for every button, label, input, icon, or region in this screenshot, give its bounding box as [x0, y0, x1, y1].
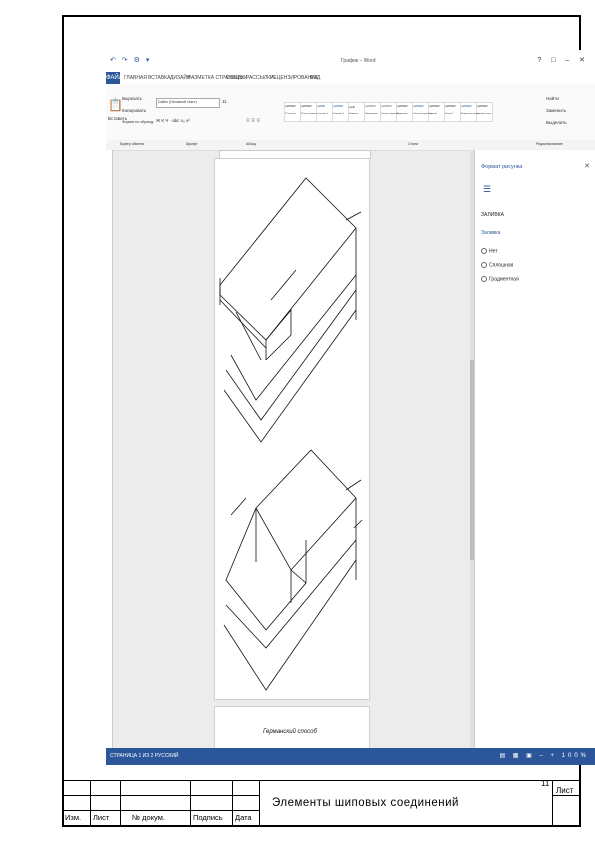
upper-base-outline — [223, 309, 357, 443]
tb-line — [62, 795, 259, 796]
tb-line — [90, 780, 91, 827]
tb-line — [552, 795, 581, 796]
close-icon[interactable]: ✕ — [584, 162, 590, 170]
radio-icon[interactable] — [481, 276, 487, 282]
pane-section[interactable]: ЗАЛИВКА — [481, 212, 504, 218]
view-zoom-controls[interactable]: ▤ ▦ ▣ – + 100% — [499, 752, 589, 759]
lower-edge — [230, 497, 247, 516]
lower-base-outline — [223, 559, 357, 691]
format-picture-pane: Формат рисунка ✕ ☰ ЗАЛИВКА Заливка Нет С… — [474, 150, 595, 748]
upper-bottom-outline — [230, 274, 357, 401]
col-sheet: Лист — [93, 813, 110, 822]
document-title-stamp: Элементы шиповых соединений — [272, 797, 459, 809]
tb-line — [232, 780, 233, 827]
tb-line — [62, 780, 581, 781]
tb-line — [259, 780, 260, 827]
tb-line — [120, 780, 121, 827]
status-text: СТРАНИЦА 1 ИЗ 2 РУССКИЙ — [110, 753, 179, 759]
pane-subsection[interactable]: Заливка — [481, 230, 500, 236]
upper-tenon-edge — [235, 311, 262, 361]
option-label: Градиентная — [489, 276, 519, 283]
sheet-number: 11 — [541, 779, 550, 788]
upper-groove — [270, 269, 297, 301]
col-doc-number: № докум. — [132, 813, 165, 822]
option-label: Сплошная — [489, 262, 514, 269]
lower-ref-line — [345, 479, 362, 491]
col-change: Изм. — [65, 813, 82, 822]
col-date: Дата — [235, 813, 252, 822]
col-signature: Подпись — [193, 813, 223, 822]
fill-option-none[interactable]: Нет — [481, 248, 498, 254]
tb-line — [62, 810, 259, 811]
lower-ref-line — [353, 519, 363, 529]
upper-tenon — [265, 308, 292, 361]
upper-ref-line — [345, 211, 362, 221]
status-bar: СТРАНИЦА 1 ИЗ 2 РУССКИЙ ▤ ▦ ▣ – + 100% — [106, 748, 595, 765]
fill-option-solid[interactable]: Сплошная — [481, 262, 513, 268]
word-screenshot: ↶ ↷ ⚙ ▾ График – Word ? □ – ✕ ФАЙЛ ГЛАВН… — [106, 50, 595, 765]
tb-line — [190, 780, 191, 827]
fill-line-icon[interactable]: ☰ — [483, 184, 491, 195]
radio-icon[interactable] — [481, 262, 487, 268]
tb-line — [552, 780, 553, 827]
upper-board-edge — [219, 299, 267, 349]
option-label: Нет — [489, 248, 498, 255]
pane-title: Формат рисунка — [481, 164, 523, 170]
radio-icon[interactable] — [481, 248, 487, 254]
fill-option-gradient[interactable]: Градиентная — [481, 276, 519, 282]
upper-board-outline — [219, 177, 357, 341]
sheet-label: Лист — [556, 786, 574, 795]
